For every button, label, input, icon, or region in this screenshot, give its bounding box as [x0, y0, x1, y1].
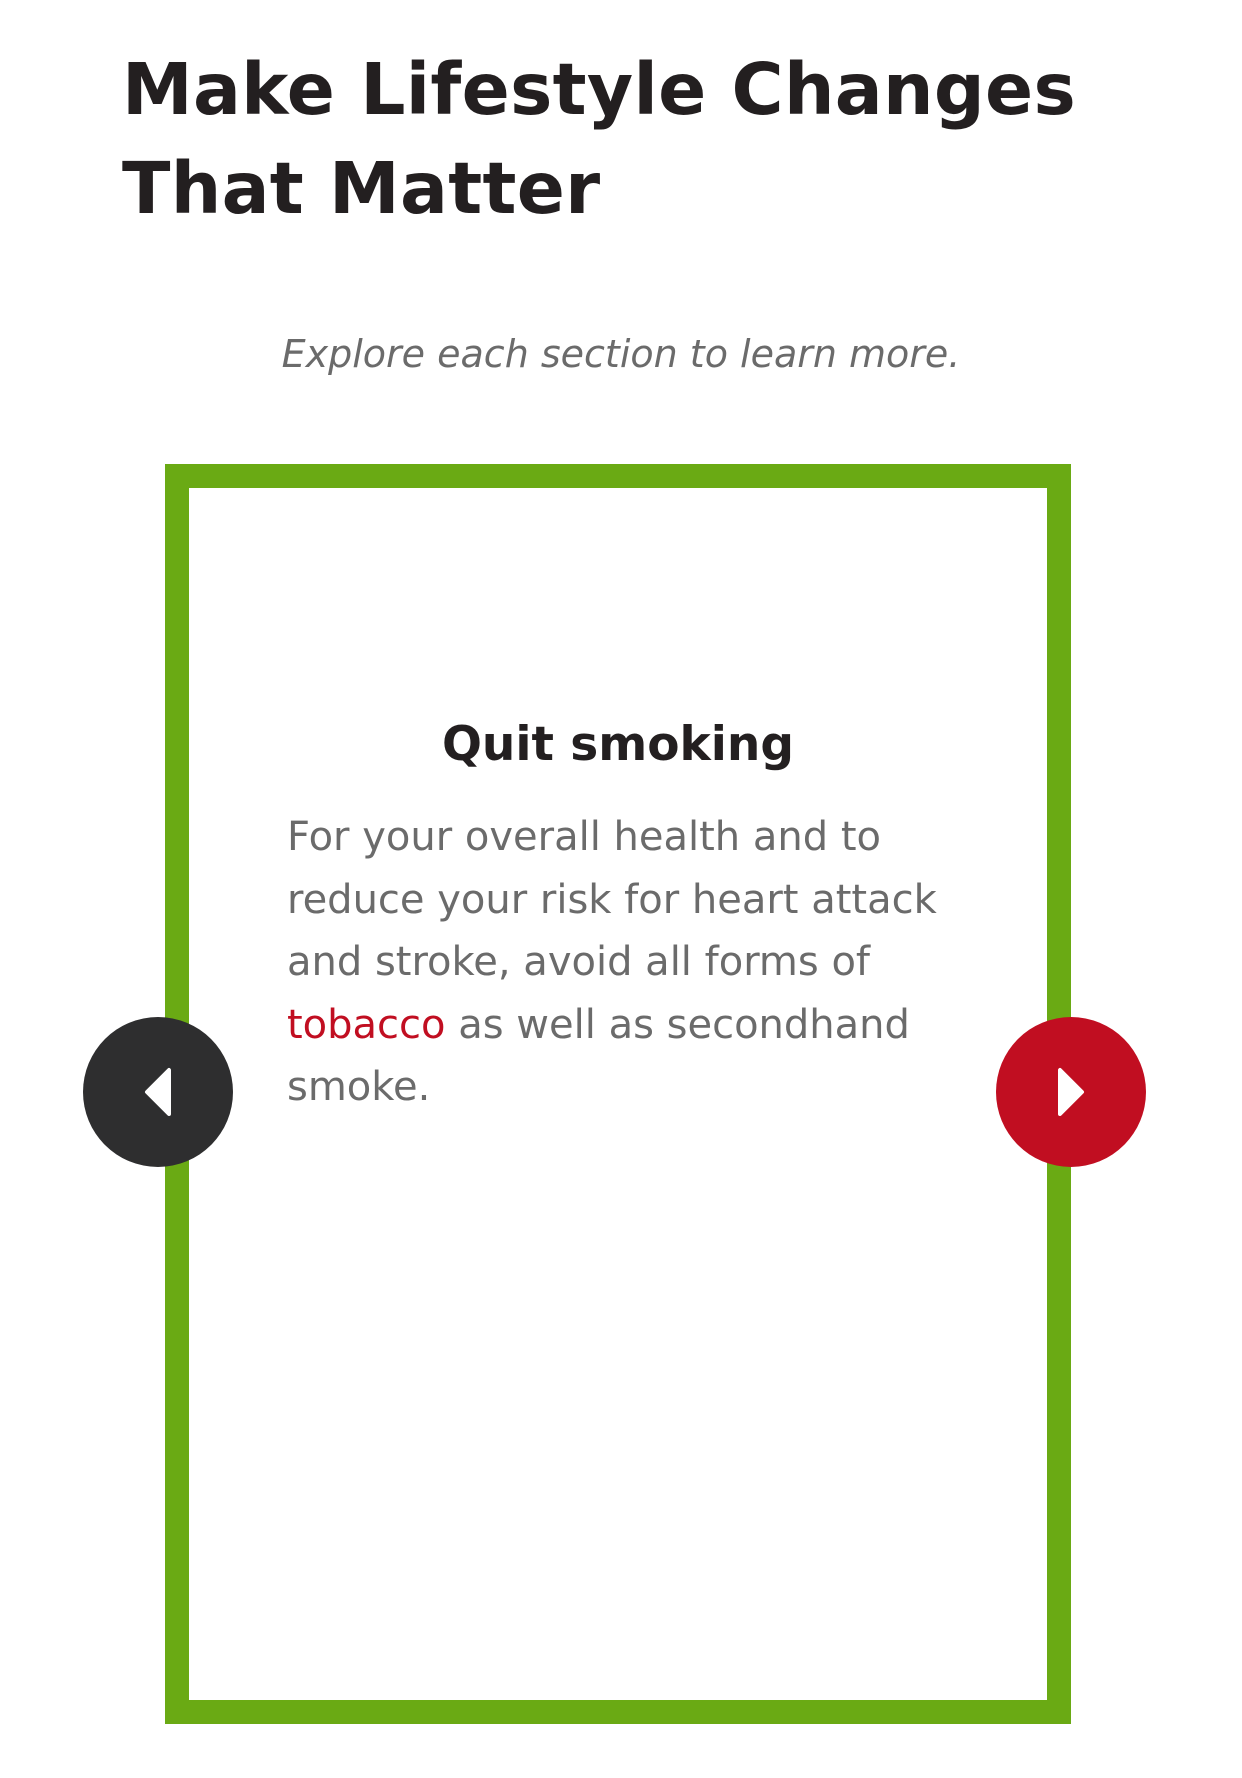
- card-body-text-before: For your overall health and to reduce yo…: [287, 814, 937, 985]
- page-heading: Make Lifestyle Changes That Matter: [122, 48, 1077, 230]
- next-button[interactable]: [996, 1017, 1146, 1167]
- previous-button[interactable]: [83, 1017, 233, 1167]
- card-body: For your overall health and to reduce yo…: [287, 806, 987, 1119]
- card-title: Quit smoking: [441, 717, 795, 772]
- caret-left-icon: [145, 1068, 171, 1116]
- caret-right-icon: [1058, 1068, 1084, 1116]
- lifestyle-card: Quit smoking For your overall health and…: [165, 464, 1071, 1724]
- tobacco-link[interactable]: tobacco: [287, 1002, 446, 1048]
- page-subtitle: Explore each section to learn more.: [281, 332, 961, 376]
